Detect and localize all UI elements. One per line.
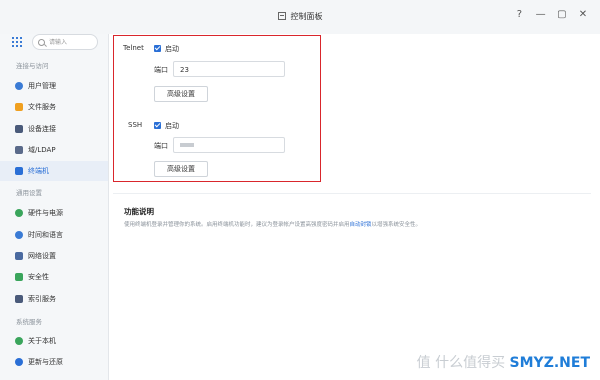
- sidebar: 请输入 连接与访问 用户管理 文件服务 设备连接 域/LDAP 终端机 通用设置…: [0, 34, 109, 380]
- watermark-brand: SMYZ.NET: [509, 355, 590, 371]
- search-input[interactable]: 请输入: [32, 34, 98, 50]
- sidebar-item-network[interactable]: 网络设置: [0, 246, 108, 266]
- sidebar-item-device-connect[interactable]: 设备连接: [0, 119, 108, 139]
- telnet-enable-checkbox[interactable]: [154, 45, 161, 52]
- main-content: Telnet 启动 端口 23 高级设置 SSH 启动 端口 高级设置 功能说明…: [109, 34, 600, 380]
- window-title-text: 控制面板: [290, 12, 323, 21]
- telnet-enable-label: 启动: [165, 45, 179, 53]
- sidebar-item-about[interactable]: 关于本机: [0, 331, 108, 351]
- sidebar-item-file-services[interactable]: 文件服务: [0, 97, 108, 117]
- update-icon: [15, 358, 23, 366]
- sidebar-item-label: 时间和语言: [28, 231, 63, 239]
- device-icon: [15, 125, 23, 133]
- divider: [113, 193, 591, 194]
- maximize-button[interactable]: ▢: [553, 9, 571, 20]
- sidebar-item-label: 网络设置: [28, 252, 56, 260]
- help-button[interactable]: ?: [510, 9, 528, 20]
- telnet-port-value: 23: [180, 66, 189, 74]
- close-button[interactable]: ✕: [574, 9, 592, 20]
- folder-icon: [15, 103, 23, 111]
- title-bar: 控制面板 ? — ▢ ✕: [0, 0, 600, 35]
- clock-icon: [15, 231, 23, 239]
- ssh-port-masked-value: [180, 143, 194, 147]
- window-controls: ? — ▢ ✕: [510, 9, 592, 20]
- network-icon: [15, 252, 23, 260]
- ssh-label: SSH: [128, 121, 143, 129]
- sidebar-item-time-language[interactable]: 时间和语言: [0, 225, 108, 245]
- highlight-box: [113, 35, 321, 182]
- ssh-port-label: 端口: [154, 142, 168, 150]
- ssh-advanced-button[interactable]: 高级设置: [154, 161, 208, 177]
- sidebar-item-domain-ldap[interactable]: 域/LDAP: [0, 140, 108, 160]
- ssh-enable-checkbox[interactable]: [154, 122, 161, 129]
- ssh-port-input[interactable]: [173, 137, 285, 153]
- sidebar-item-label: 终端机: [28, 167, 49, 175]
- sidebar-item-label: 硬件与电源: [28, 209, 63, 217]
- watermark: 值 什么值得买 SMYZ.NET: [417, 352, 590, 372]
- power-icon: [15, 209, 23, 217]
- sidebar-item-label: 设备连接: [28, 125, 56, 133]
- sidebar-item-update-restore[interactable]: 更新与还原: [0, 352, 108, 372]
- index-icon: [15, 295, 23, 303]
- desc-prefix: 使用终端机登录并管理你的系统。启用终端机功能时，建议为登录帐户设置高强度密码并启…: [124, 222, 350, 228]
- sidebar-item-label: 索引服务: [28, 295, 56, 303]
- search-placeholder: 请输入: [49, 39, 68, 46]
- sidebar-item-label: 用户管理: [28, 82, 56, 90]
- telnet-port-input[interactable]: 23: [173, 61, 285, 77]
- sidebar-item-label: 安全性: [28, 273, 49, 281]
- ssh-enable-label: 启动: [165, 122, 179, 130]
- function-description-title: 功能说明: [124, 207, 154, 216]
- terminal-icon: [15, 167, 23, 175]
- minimize-button[interactable]: —: [532, 9, 550, 20]
- control-panel-window: 控制面板 ? — ▢ ✕ 请输入 连接与访问 用户管理 文件服务 设备连接 域/…: [0, 0, 600, 380]
- sidebar-item-security[interactable]: 安全性: [0, 267, 108, 287]
- sidebar-item-users[interactable]: 用户管理: [0, 76, 108, 96]
- sidebar-item-hardware-power[interactable]: 硬件与电源: [0, 203, 108, 223]
- apps-grid-icon[interactable]: [12, 37, 22, 47]
- info-icon: [15, 337, 23, 345]
- group-label-general: 通用设置: [16, 189, 42, 197]
- control-panel-icon: [277, 12, 286, 20]
- user-icon: [15, 82, 23, 90]
- desc-suffix: 以增强系统安全性。: [371, 222, 422, 228]
- watermark-text: 值 什么值得买: [416, 355, 506, 371]
- telnet-port-label: 端口: [154, 66, 168, 74]
- shield-icon: [15, 273, 23, 281]
- sidebar-item-label: 更新与还原: [28, 358, 63, 366]
- telnet-advanced-button[interactable]: 高级设置: [154, 86, 208, 102]
- function-description-text: 使用终端机登录并管理你的系统。启用终端机功能时，建议为登录帐户设置高强度密码并启…: [124, 220, 421, 228]
- group-label-system: 系统服务: [16, 318, 42, 326]
- sidebar-item-terminal[interactable]: 终端机: [0, 161, 108, 181]
- domain-icon: [15, 146, 23, 154]
- search-icon: [38, 39, 45, 46]
- group-label-access: 连接与访问: [16, 62, 49, 70]
- auto-block-link[interactable]: 自动封锁: [350, 222, 372, 228]
- sidebar-item-label: 域/LDAP: [28, 146, 56, 154]
- telnet-label: Telnet: [123, 44, 144, 52]
- sidebar-item-index-service[interactable]: 索引服务: [0, 289, 108, 309]
- sidebar-item-label: 文件服务: [28, 103, 56, 111]
- sidebar-item-label: 关于本机: [28, 337, 56, 345]
